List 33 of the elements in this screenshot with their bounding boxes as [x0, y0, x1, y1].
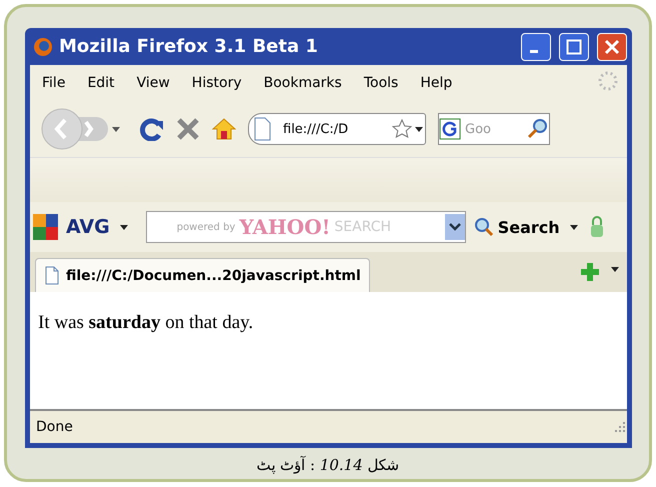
address-field[interactable]: file:///C:/D	[248, 113, 426, 145]
resize-grip-icon[interactable]	[613, 420, 627, 434]
menu-item[interactable]: View	[136, 75, 170, 91]
page-text: It was saturday on that day.	[38, 312, 254, 333]
menu-item[interactable]: File	[42, 75, 66, 91]
page-icon	[44, 266, 60, 285]
star-icon[interactable]	[391, 118, 413, 140]
close-icon	[604, 38, 620, 54]
menu-item[interactable]: Tools	[364, 75, 398, 91]
firefox-icon	[33, 36, 53, 56]
stop-icon[interactable]	[176, 117, 200, 141]
avg-label: AVG	[66, 216, 110, 238]
reload-icon[interactable]	[140, 117, 164, 141]
search-button[interactable]: Search	[474, 217, 560, 237]
minimize-button[interactable]	[521, 32, 551, 60]
close-button[interactable]	[597, 32, 627, 60]
search-icon[interactable]	[527, 118, 549, 140]
menu-item[interactable]: History	[192, 75, 242, 91]
minimize-icon	[530, 50, 538, 52]
menu-item[interactable]: Bookmarks	[264, 75, 342, 91]
avg-logo-icon	[33, 214, 58, 240]
browser-tab[interactable]: file:///C:/Documen...20javascript.html	[35, 258, 370, 292]
search-icon	[474, 217, 494, 237]
maximize-icon	[566, 38, 582, 54]
throbber-icon	[597, 70, 619, 92]
dropdown-icon[interactable]	[444, 214, 465, 240]
menu-item[interactable]: Edit	[87, 75, 115, 91]
menu-item[interactable]: Help	[420, 75, 452, 91]
home-icon[interactable]	[212, 117, 236, 141]
status-text: Done	[36, 419, 73, 435]
google-icon[interactable]	[439, 118, 461, 140]
maximize-button[interactable]	[559, 32, 589, 60]
window-title: Mozilla Firefox 3.1 Beta 1	[59, 36, 319, 57]
